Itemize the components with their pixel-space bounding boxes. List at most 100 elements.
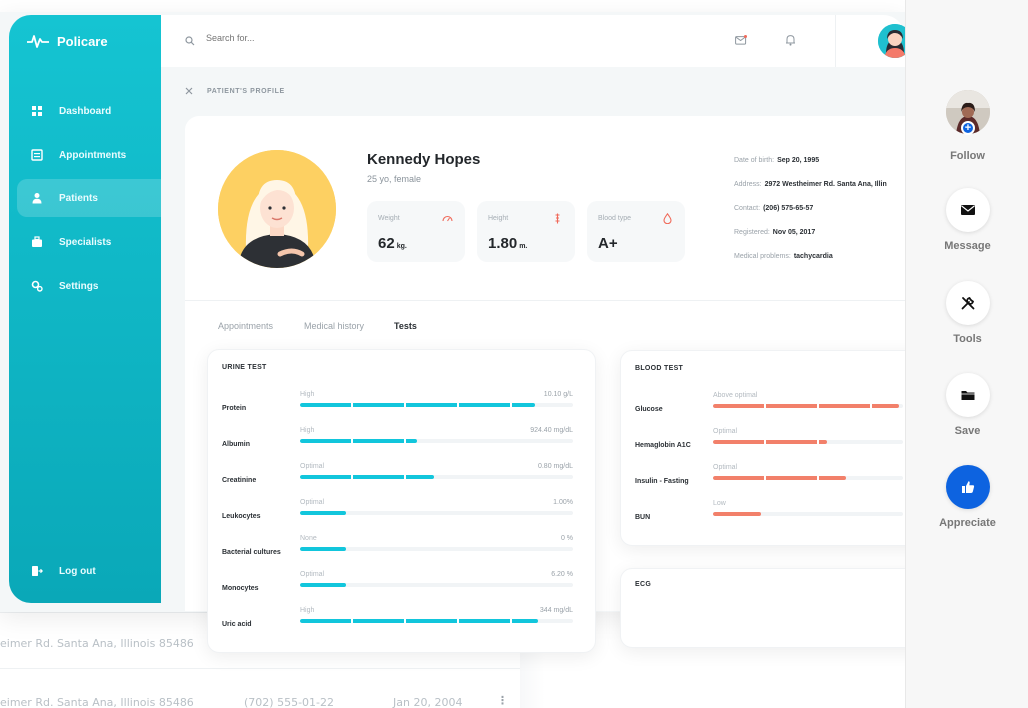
person-icon: [31, 192, 43, 204]
topbar-divider: [835, 15, 836, 67]
level-bar-track: [300, 439, 573, 443]
test-name: Hemaglobin A1C: [635, 442, 691, 449]
message-action[interactable]: Message: [906, 188, 1028, 252]
level-bar-fill: [300, 439, 417, 443]
test-row[interactable]: Optimal 1.00% Leukocytes: [208, 496, 595, 532]
level-bar-fill: [300, 583, 346, 587]
test-status: High: [300, 391, 315, 398]
sidebar: Policare Dashboard Appointments Patients…: [9, 15, 161, 603]
sidebar-item-label: Appointments: [59, 149, 127, 161]
search-input[interactable]: [206, 33, 506, 43]
drop-icon: [663, 213, 672, 224]
sidebar-item-label: Specialists: [59, 236, 112, 248]
sidebar-item-settings[interactable]: Settings: [17, 267, 161, 305]
test-status: None: [300, 535, 317, 542]
sidebar-item-patients[interactable]: Patients: [17, 179, 161, 217]
brand-name: Policare: [57, 33, 108, 49]
pulse-logo-icon: [27, 35, 49, 48]
tab-appointments[interactable]: Appointments: [218, 321, 273, 331]
screen: eimer Rd. Santa Ana, Illinois 85486 eime…: [0, 0, 1028, 708]
test-status: Low: [713, 500, 726, 507]
bg-phone: (702) 555-01-22: [244, 696, 335, 708]
test-row[interactable]: Low BUN: [621, 497, 939, 533]
logout-button[interactable]: Log out: [17, 552, 161, 590]
divider: [185, 300, 905, 301]
blood-test-title: BLOOD TEST: [635, 365, 684, 372]
patient-age-gender: 25 yo, female: [367, 174, 422, 184]
level-bar-fill: [300, 547, 346, 551]
search-icon: [185, 36, 195, 46]
breadcrumb: PATIENT'S PROFILE: [207, 88, 285, 95]
bell-icon[interactable]: [785, 34, 796, 46]
test-status: Optimal: [300, 571, 325, 578]
bg-date: Jan 20, 2004: [393, 696, 463, 708]
test-row[interactable]: Optimal 6.20 % Monocytes: [208, 568, 595, 604]
tools-action[interactable]: Tools: [906, 281, 1028, 345]
urine-test-title: URINE TEST: [222, 364, 267, 371]
level-bar-track: [300, 403, 573, 407]
tab-medical-history[interactable]: Medical history: [304, 321, 364, 331]
level-bar-track: [713, 512, 903, 516]
level-bar-fill: [713, 440, 827, 444]
appreciate-action[interactable]: Appreciate: [906, 465, 1028, 529]
bg-address: eimer Rd. Santa Ana, Illinois 85486: [0, 637, 194, 650]
urine-test-card: URINE TEST High 10.10 g/L Protein High 924.4…: [207, 349, 596, 653]
blood-test-card: BLOOD TEST Above optimal Glucose Optimal He…: [620, 350, 940, 546]
info-label: Address:: [734, 181, 762, 188]
appreciate-label: Appreciate: [939, 517, 996, 529]
test-name: Insulin - Fasting: [635, 478, 689, 485]
test-row[interactable]: Above optimal Glucose: [621, 389, 939, 425]
tab-tests[interactable]: Tests: [394, 321, 417, 331]
test-row[interactable]: High 924.40 mg/dL Albumin: [208, 424, 595, 460]
stat-label: Weight: [378, 215, 400, 222]
test-value: 344 mg/dL: [539, 607, 573, 614]
sidebar-item-label: Dashboard: [59, 105, 112, 117]
level-bar-track: [300, 583, 573, 587]
info-contact: Contact: (206) 575-65-57: [734, 205, 813, 212]
calendar-icon: [31, 149, 43, 161]
test-status: Optimal: [713, 428, 738, 435]
test-row[interactable]: Optimal Hemaglobin A1C: [621, 425, 939, 461]
blood-type-stat: Blood type A+: [587, 201, 685, 262]
brand[interactable]: Policare: [27, 33, 108, 49]
ecg-card: ECG: [620, 568, 940, 648]
follow-label: Follow: [950, 150, 985, 162]
level-bar-track: [300, 475, 573, 479]
sidebar-item-dashboard[interactable]: Dashboard: [17, 92, 161, 130]
more-icon[interactable]: ⋮: [497, 694, 508, 707]
test-name: Bacterial cultures: [222, 549, 281, 556]
test-status: Optimal: [300, 499, 325, 506]
level-bar-track: [713, 404, 903, 408]
sidebar-item-specialists[interactable]: Specialists: [17, 223, 161, 261]
message-button[interactable]: [945, 188, 990, 232]
info-date-of-birth: Date of birth: Sep 20, 1995: [734, 157, 819, 164]
test-row[interactable]: High 10.10 g/L Protein: [208, 388, 595, 424]
save-action[interactable]: Save: [906, 373, 1028, 437]
info-value: (206) 575-65-57: [763, 205, 814, 212]
stat-label: Height: [488, 215, 509, 222]
close-icon[interactable]: [185, 87, 193, 95]
envelope-icon: [960, 205, 975, 215]
test-row[interactable]: None 0 % Bacterial cultures: [208, 532, 595, 568]
save-button[interactable]: [945, 373, 990, 417]
level-bar-fill: [300, 475, 434, 479]
test-row[interactable]: Optimal Insulin - Fasting: [621, 461, 939, 497]
level-bar-fill: [300, 403, 535, 407]
plus-icon[interactable]: +: [961, 121, 975, 135]
tools-label: Tools: [953, 333, 982, 345]
appreciate-button[interactable]: [945, 465, 990, 509]
test-status: Above optimal: [713, 392, 758, 399]
test-value: 0 %: [560, 535, 573, 542]
test-row[interactable]: Optimal 0.80 mg/dL Creatinine: [208, 460, 595, 496]
info-value: 2972 Westheimer Rd. Santa Ana, Illin: [764, 181, 887, 188]
level-bar-fill: [300, 511, 346, 515]
stat-number: 1.80: [488, 235, 518, 252]
test-name: Leukocytes: [222, 513, 261, 520]
test-row[interactable]: High 344 mg/dL Uric acid: [208, 604, 595, 640]
thumbs-up-icon: [961, 481, 974, 493]
stat-number: 62: [378, 235, 395, 252]
mail-icon[interactable]: [735, 35, 747, 45]
tools-button[interactable]: [945, 281, 990, 325]
sidebar-item-appointments[interactable]: Appointments: [17, 136, 161, 174]
level-bar-track: [300, 511, 573, 515]
